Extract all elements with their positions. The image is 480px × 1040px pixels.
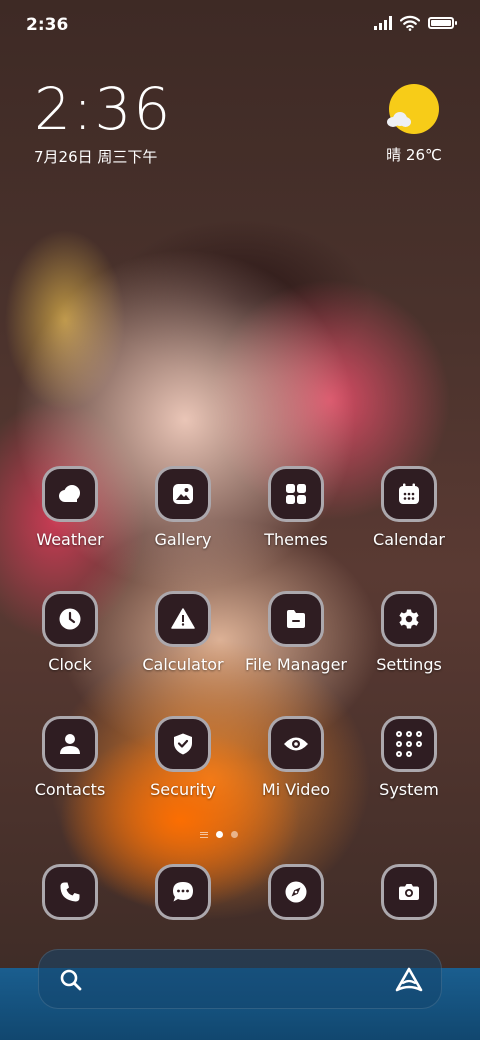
camera-icon bbox=[399, 884, 419, 900]
browser-compass-icon bbox=[285, 881, 307, 903]
calculator-warning-icon bbox=[171, 608, 195, 629]
assistant-icon[interactable] bbox=[395, 967, 423, 993]
app-file-manager[interactable]: File Manager bbox=[241, 591, 351, 674]
app-label: Weather bbox=[36, 530, 104, 549]
app-gallery[interactable]: Gallery bbox=[128, 466, 238, 549]
shield-icon bbox=[174, 733, 192, 755]
app-weather[interactable]: Weather bbox=[15, 466, 125, 549]
app-label: Settings bbox=[376, 655, 442, 674]
battery-icon bbox=[428, 17, 457, 29]
contacts-person-icon bbox=[60, 734, 80, 754]
app-themes[interactable]: Themes bbox=[241, 466, 351, 549]
gear-icon bbox=[399, 609, 419, 629]
app-label: Calendar bbox=[373, 530, 445, 549]
app-label: Clock bbox=[48, 655, 92, 674]
app-label: File Manager bbox=[245, 655, 347, 674]
app-folder-system[interactable]: System bbox=[354, 716, 464, 799]
weather-widget[interactable]: 晴 26℃ bbox=[384, 84, 444, 165]
app-label: Themes bbox=[264, 530, 328, 549]
search-bar[interactable] bbox=[38, 949, 442, 1009]
dock-phone[interactable] bbox=[15, 864, 125, 920]
clock-icon bbox=[59, 608, 81, 630]
wifi-icon bbox=[400, 15, 420, 31]
themes-grid-icon bbox=[286, 484, 306, 504]
app-label: Security bbox=[150, 780, 216, 799]
gallery-icon bbox=[173, 484, 193, 504]
app-label: Calculator bbox=[142, 655, 224, 674]
app-label: System bbox=[379, 780, 439, 799]
app-label: Mi Video bbox=[261, 780, 331, 799]
app-label: Contacts bbox=[34, 780, 106, 799]
calendar-icon bbox=[399, 483, 419, 504]
weather-text: 晴 26℃ bbox=[386, 146, 442, 164]
clock-date: 7月26日 周三下午 bbox=[34, 148, 158, 166]
app-settings[interactable]: Settings bbox=[354, 591, 464, 674]
dock-messages[interactable] bbox=[128, 864, 238, 920]
clock-time: 2:36 bbox=[34, 75, 173, 143]
dock-camera[interactable] bbox=[354, 864, 464, 920]
app-mi-video[interactable]: Mi Video bbox=[241, 716, 351, 799]
phone-icon bbox=[60, 882, 80, 902]
clock-widget[interactable]: 2:36 7月26日 周三下午 bbox=[34, 78, 172, 167]
app-calendar[interactable]: Calendar bbox=[354, 466, 464, 549]
search-icon[interactable] bbox=[59, 968, 83, 992]
app-label: Gallery bbox=[154, 530, 212, 549]
app-contacts[interactable]: Contacts bbox=[15, 716, 125, 799]
app-clock[interactable]: Clock bbox=[15, 591, 125, 674]
page-indicator[interactable] bbox=[200, 831, 238, 838]
page-dot-active bbox=[216, 831, 223, 838]
page-list-icon bbox=[200, 831, 208, 838]
folder-icon bbox=[287, 610, 305, 628]
weather-cloud-icon bbox=[59, 485, 80, 502]
app-calculator[interactable]: Calculator bbox=[128, 591, 238, 674]
signal-icon bbox=[374, 16, 392, 30]
dock-browser[interactable] bbox=[241, 864, 351, 920]
system-folder-icon bbox=[396, 731, 422, 757]
status-bar: 2:36 bbox=[0, 0, 480, 52]
status-time: 2:36 bbox=[26, 15, 69, 35]
sunny-weather-icon bbox=[387, 84, 439, 134]
messages-icon bbox=[173, 882, 193, 902]
app-security[interactable]: Security bbox=[128, 716, 238, 799]
home-screen: 2:36 2:36 7月26日 周三下午 晴 26℃ Weather Galle… bbox=[0, 0, 480, 1040]
eye-icon bbox=[284, 737, 308, 751]
page-dot bbox=[231, 831, 238, 838]
